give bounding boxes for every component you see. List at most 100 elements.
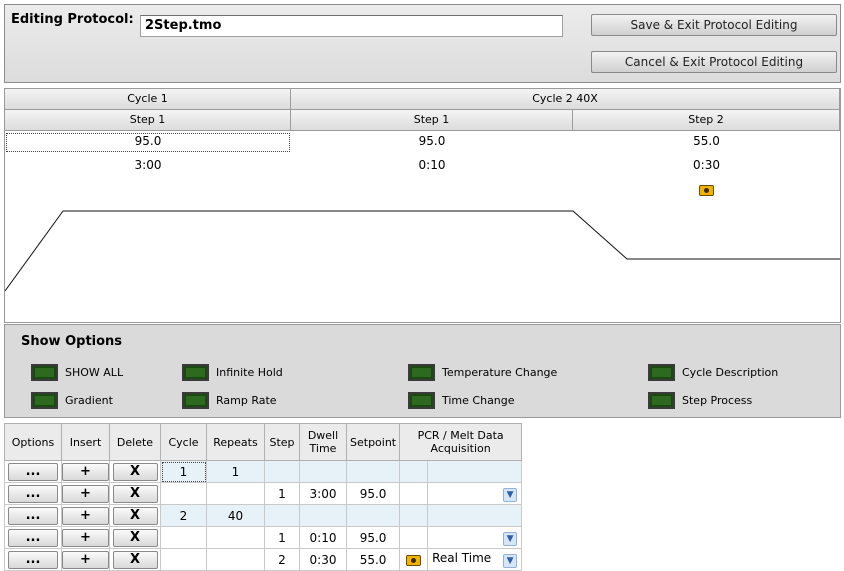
chevron-down-icon[interactable]: ▼ [503,531,518,546]
options-button[interactable]: ... [8,506,58,525]
step-cell[interactable]: 1 [264,526,300,549]
step-header[interactable]: Step 1 [5,110,291,131]
option-gradient[interactable]: Gradient [31,391,113,409]
option-label: Infinite Hold [216,365,283,379]
repeats-cell[interactable] [206,548,265,571]
toggle-led-icon[interactable] [182,391,209,409]
insert-cell: + [61,548,110,571]
options-cell: ... [4,548,62,571]
time-value[interactable]: 3:00 [5,156,291,177]
setpoint-value[interactable]: 95.0 [5,132,291,153]
temperature-profile-line [5,210,840,292]
repeats-cell[interactable] [206,526,265,549]
table-row: ... + X 2 0:30 55.0 Real Time ▼ [4,548,523,571]
insert-button[interactable]: + [62,528,109,547]
options-button[interactable]: ... [8,528,58,547]
protocol-header: Editing Protocol: 2Step.tmo Save & Exit … [4,4,841,83]
camera-icon[interactable] [699,185,714,196]
chevron-down-icon[interactable]: ▼ [503,487,518,502]
column-header: Cycle [160,423,207,461]
options-cell: ... [4,504,62,527]
repeats-cell[interactable]: 40 [206,504,265,527]
options-button[interactable]: ... [8,462,58,481]
dwell-cell[interactable] [299,504,347,527]
option-temperature-change[interactable]: Temperature Change [408,363,557,381]
column-header: Delete [109,423,161,461]
dwell-cell[interactable]: 3:00 [299,482,347,505]
option-show-all[interactable]: SHOW ALL [31,363,123,381]
cycle-cell[interactable]: 2 [160,504,207,527]
show-options-panel: Show Options SHOW ALL Infinite Hold Temp… [4,324,841,418]
toggle-led-icon[interactable] [648,363,675,381]
setpoint-cell[interactable]: 95.0 [345,526,401,549]
repeats-cell[interactable] [206,482,265,505]
toggle-led-icon[interactable] [31,391,58,409]
option-step-process[interactable]: Step Process [648,391,752,409]
option-infinite-hold[interactable]: Infinite Hold [182,363,283,381]
dwell-cell[interactable] [299,460,347,483]
column-header: PCR / Melt Data Acquisition [399,423,523,461]
setpoint-value[interactable]: 95.0 [291,132,573,153]
time-value[interactable]: 0:10 [291,156,573,177]
chevron-down-icon[interactable]: ▼ [503,554,518,568]
options-button[interactable]: ... [8,484,58,503]
cycle-cell[interactable]: 1 [160,460,207,483]
insert-button[interactable]: + [62,462,109,481]
column-header: Setpoint [345,423,401,461]
toggle-led-icon[interactable] [648,391,675,409]
acquisition-cell[interactable]: ▼ [427,482,523,505]
cycle-cell[interactable] [160,526,207,549]
setpoint-cell[interactable]: 55.0 [345,548,401,571]
setpoint-cell[interactable] [345,460,401,483]
setpoint-cell[interactable] [345,504,401,527]
cancel-exit-button[interactable]: Cancel & Exit Protocol Editing [591,51,837,73]
options-button[interactable]: ... [8,550,58,569]
cycle-header[interactable]: Cycle 1 [5,89,291,110]
toggle-led-icon[interactable] [31,363,58,381]
toggle-led-icon[interactable] [408,363,435,381]
setpoint-cell[interactable]: 95.0 [345,482,401,505]
insert-cell: + [61,526,110,549]
dwell-cell[interactable]: 0:10 [299,526,347,549]
cycle-cell[interactable] [160,548,207,571]
acquisition-cell[interactable] [427,460,523,483]
step-cell[interactable]: 1 [264,482,300,505]
camera-icon[interactable] [406,554,422,566]
option-ramp-rate[interactable]: Ramp Rate [182,391,277,409]
acquisition-cell[interactable]: ▼ [427,526,523,549]
cycle-header[interactable]: Cycle 2 40X [291,89,840,110]
save-exit-button[interactable]: Save & Exit Protocol Editing [591,14,837,36]
step-cell[interactable] [264,460,300,483]
step-header[interactable]: Step 2 [573,110,840,131]
option-time-change[interactable]: Time Change [408,391,515,409]
acquisition-mode: Real Time [432,551,492,565]
acquire-slot [573,181,840,202]
step-cell[interactable]: 2 [264,548,300,571]
acquisition-cell[interactable] [427,504,523,527]
delete-button[interactable]: X [112,506,158,525]
time-value[interactable]: 0:30 [573,156,840,177]
dwell-cell[interactable]: 0:30 [299,548,347,571]
protocol-name-field[interactable]: 2Step.tmo [140,15,563,37]
setpoint-value[interactable]: 55.0 [573,132,840,153]
step-header[interactable]: Step 1 [291,110,573,131]
toggle-led-icon[interactable] [182,363,209,381]
cycle-cell[interactable] [160,482,207,505]
step-cell[interactable] [264,504,300,527]
delete-button[interactable]: X [112,484,158,503]
options-cell: ... [4,482,62,505]
time-row: 3:00 0:10 0:30 [5,156,840,177]
delete-button[interactable]: X [112,528,158,547]
insert-button[interactable]: + [62,550,109,569]
option-label: Step Process [682,393,753,407]
delete-button[interactable]: X [112,550,158,569]
acquire-icon-cell [399,504,429,527]
insert-button[interactable]: + [62,506,109,525]
option-cycle-description[interactable]: Cycle Description [648,363,778,381]
setpoint-row: 95.0 95.0 55.0 [5,132,840,153]
acquisition-cell[interactable]: Real Time ▼ [427,548,523,571]
delete-button[interactable]: X [112,462,158,481]
repeats-cell[interactable]: 1 [206,460,265,483]
toggle-led-icon[interactable] [408,391,435,409]
insert-button[interactable]: + [62,484,109,503]
